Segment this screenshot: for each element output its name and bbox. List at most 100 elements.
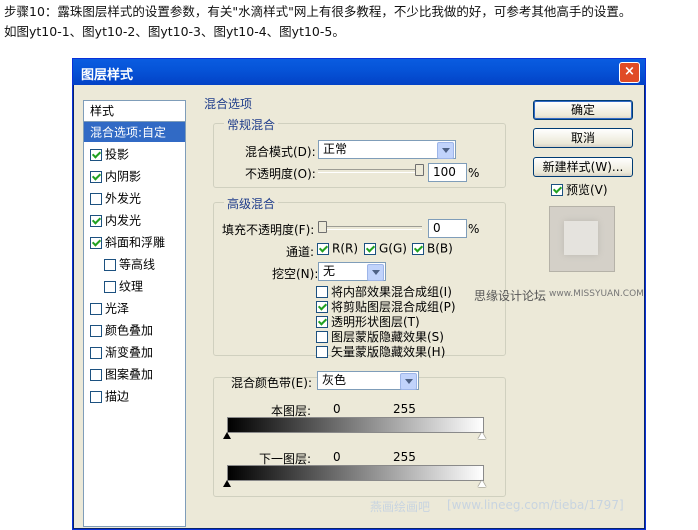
underlying-white-slider-icon[interactable]	[478, 480, 486, 487]
this-layer-black-slider-icon[interactable]	[223, 432, 231, 439]
advanced-option-checkbox[interactable]: 矢量蒙版隐藏效果(H)	[316, 343, 445, 360]
fill-opacity-input[interactable]: 0	[428, 219, 467, 238]
intro-line-2: 如图yt10-1、图yt10-2、图yt10-3、图yt10-4、图yt10-5…	[4, 24, 345, 39]
style-item-label: 纹理	[119, 279, 144, 294]
fill-opacity-slider[interactable]	[318, 221, 422, 233]
this-layer-max: 255	[393, 402, 416, 416]
new-style-button[interactable]: 新建样式(W)...	[533, 157, 633, 177]
underlying-layer-gradient	[227, 465, 484, 481]
fill-opacity-slider-thumb[interactable]	[318, 221, 327, 233]
style-item[interactable]: 纹理	[84, 276, 205, 296]
checkbox-icon[interactable]	[90, 170, 102, 183]
cancel-button[interactable]: 取消	[533, 128, 633, 148]
watermark-site: 思缘设计论坛	[474, 289, 547, 303]
blend-if-label: 混合颜色带(E):	[231, 376, 312, 390]
style-item-label: 斜面和浮雕	[105, 235, 166, 250]
style-item[interactable]: 斜面和浮雕	[84, 232, 191, 252]
dialog-titlebar[interactable]: 图层样式 ×	[73, 59, 645, 85]
intro-line-1: 步骤10：露珠图层样式的设置参数，有关"水滴样式"网上有很多教程，不少比我做的好…	[4, 4, 632, 19]
opacity-value: 100	[433, 165, 456, 179]
ok-button[interactable]: 确定	[533, 100, 633, 120]
channel-r-label: R(R)	[332, 241, 359, 256]
this-layer-gradient	[227, 417, 484, 433]
preview-label: 预览(V)	[566, 183, 608, 197]
style-item[interactable]: 外发光	[84, 188, 191, 208]
advanced-option-label: 将剪贴图层混合成组(P)	[331, 300, 456, 314]
style-item[interactable]: 内发光	[84, 210, 191, 230]
style-item[interactable]: 混合选项:自定	[84, 122, 185, 142]
blend-if-value: 灰色	[322, 373, 347, 387]
knockout-label: 挖空(N):	[272, 267, 319, 281]
style-item-label: 内发光	[105, 213, 142, 228]
style-item-label: 图案叠加	[105, 367, 154, 382]
style-item-label: 等高线	[119, 257, 156, 272]
blend-mode-label: 混合模式(D):	[245, 145, 316, 159]
close-button[interactable]: ×	[619, 62, 640, 83]
checkbox-icon[interactable]	[90, 192, 102, 205]
opacity-slider-thumb[interactable]	[415, 164, 424, 176]
checkbox-icon	[412, 242, 424, 255]
chevron-down-icon	[437, 142, 454, 159]
knockout-select[interactable]: 无	[318, 262, 386, 281]
opacity-input[interactable]: 100	[428, 163, 467, 182]
opacity-slider[interactable]	[318, 164, 424, 176]
preview-checkbox[interactable]: 预览(V)	[551, 181, 608, 198]
style-item[interactable]: 等高线	[84, 254, 205, 274]
watermark-footer: [www.lineeg.com/tieba/1797]	[447, 498, 624, 512]
style-item-label: 内阴影	[105, 169, 142, 184]
style-item[interactable]: 描边	[84, 386, 191, 406]
blend-mode-select[interactable]: 正常	[318, 140, 456, 159]
checkbox-icon[interactable]	[90, 214, 102, 227]
style-item[interactable]: 投影	[84, 144, 191, 164]
channel-g-label: G(G)	[379, 241, 407, 256]
blend-options-title: 混合选项	[201, 95, 256, 112]
blend-if-select[interactable]: 灰色	[317, 371, 419, 390]
checkbox-icon[interactable]	[90, 346, 102, 359]
chevron-down-icon	[400, 373, 417, 390]
channel-g-checkbox[interactable]: G(G)	[364, 241, 407, 256]
checkbox-icon[interactable]	[90, 368, 102, 381]
checkbox-icon	[316, 345, 328, 358]
this-layer-white-slider-icon[interactable]	[478, 432, 486, 439]
style-item[interactable]: 光泽	[84, 298, 191, 318]
dialog-title: 图层样式	[81, 68, 134, 83]
checkbox-icon[interactable]	[90, 302, 102, 315]
watermark-footer-brand: 燕画绘画吧	[370, 500, 431, 514]
style-item-label: 光泽	[105, 301, 130, 316]
style-item[interactable]: 图案叠加	[84, 364, 191, 384]
underlying-black-slider-icon[interactable]	[223, 480, 231, 487]
this-layer-min: 0	[333, 402, 341, 416]
close-icon: ×	[624, 64, 635, 79]
chevron-down-icon	[367, 264, 384, 281]
styles-header: 样式	[84, 101, 185, 122]
style-item[interactable]: 颜色叠加	[84, 320, 191, 340]
advanced-option-label: 矢量蒙版隐藏效果(H)	[331, 345, 446, 359]
fill-opacity-label: 填充不透明度(F):	[222, 223, 315, 237]
advanced-option-label: 透明形状图层(T)	[331, 315, 420, 329]
checkbox-icon	[316, 285, 328, 298]
underlying-layer-max: 255	[393, 450, 416, 464]
style-item[interactable]: 内阴影	[84, 166, 191, 186]
styles-list: 样式 混合选项:自定 投影 内阴影 外发光 内发光 斜面和浮雕 等高线 纹理 光泽 颜色叠加 渐变叠…	[83, 100, 186, 527]
advanced-option-label: 将内部效果混合成组(I)	[331, 285, 452, 299]
checkbox-icon[interactable]	[90, 390, 102, 403]
advanced-option-label: 图层蒙版隐藏效果(S)	[331, 330, 444, 344]
fill-opacity-value: 0	[433, 221, 441, 235]
checkbox-icon[interactable]	[90, 324, 102, 337]
checkbox-icon[interactable]	[104, 280, 116, 293]
channel-r-checkbox[interactable]: R(R)	[317, 241, 358, 256]
channel-b-label: B(B)	[427, 241, 453, 256]
checkbox-icon	[316, 300, 328, 313]
checkbox-icon	[316, 315, 328, 328]
checkbox-icon[interactable]	[104, 258, 116, 271]
opacity-percent: %	[468, 166, 480, 180]
checkbox-icon	[551, 183, 563, 196]
style-item-label: 渐变叠加	[105, 345, 154, 360]
watermark-url: www.MISSYUAN.COM	[549, 289, 644, 299]
checkbox-icon[interactable]	[90, 148, 102, 161]
checkbox-icon[interactable]	[90, 236, 102, 249]
general-blending-title: 常规混合	[224, 116, 279, 133]
style-item[interactable]: 渐变叠加	[84, 342, 191, 362]
checkbox-icon	[317, 242, 329, 255]
channel-b-checkbox[interactable]: B(B)	[412, 241, 453, 256]
